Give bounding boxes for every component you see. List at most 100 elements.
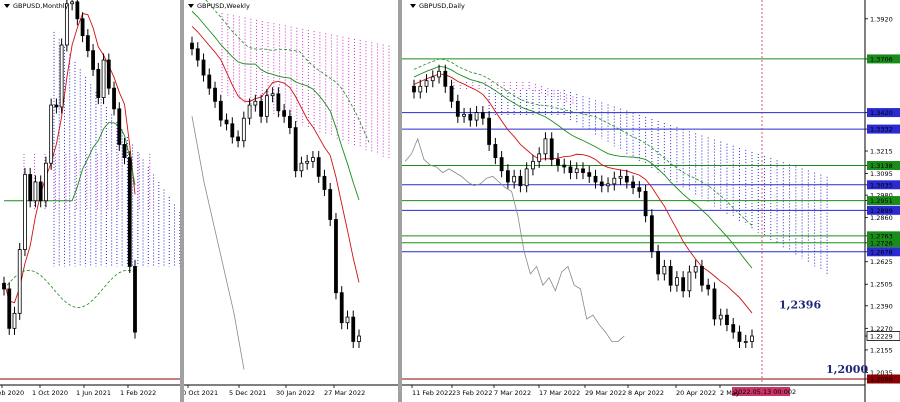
y-tick-label: 1.3215 bbox=[870, 148, 893, 156]
daily-candle bbox=[474, 112, 479, 121]
weekly-candle bbox=[230, 123, 235, 138]
daily-candle bbox=[549, 138, 554, 160]
daily-candle bbox=[662, 266, 667, 275]
monthly-candle bbox=[28, 174, 33, 202]
daily-candle bbox=[637, 187, 642, 192]
daily-chart-panel[interactable]: 2022.05.13 00:00 2 1.3920 1.3706 1.3420 1.333… bbox=[402, 0, 900, 402]
weekly-candle bbox=[190, 42, 194, 50]
weekly-candle bbox=[339, 292, 344, 324]
monthly-candle bbox=[85, 35, 90, 52]
y-tick-label: 1.3706 bbox=[870, 55, 893, 63]
x-tick-label: 17 Mar 2022 bbox=[539, 389, 580, 397]
daily-candle bbox=[606, 183, 610, 187]
weekly-title-text: GBPUSD,Weekly bbox=[197, 2, 250, 10]
daily-candle bbox=[593, 175, 598, 183]
x-tick-label: 1 Jun 2021 bbox=[76, 389, 111, 397]
monthly-candle bbox=[75, 1, 80, 20]
weekly-candle bbox=[270, 93, 275, 97]
daily-candle bbox=[631, 181, 635, 189]
collapse-arrow-icon[interactable] bbox=[4, 4, 10, 8]
weekly-candle bbox=[276, 93, 281, 112]
y-tick-label: 1.3420 bbox=[870, 109, 893, 117]
collapse-arrow-icon[interactable] bbox=[410, 4, 416, 8]
y-tick-label: 1.2625 bbox=[870, 258, 893, 266]
weekly-candle bbox=[334, 219, 338, 294]
daily-candle bbox=[574, 168, 579, 174]
monthly-candle bbox=[38, 181, 43, 202]
monthly-chart-panel[interactable]: Feb 2020 1 Oct 2020 1 Jun 2021 1 Feb 2022 G… bbox=[0, 0, 180, 402]
weekly-candle bbox=[207, 74, 212, 89]
weekly-candle bbox=[316, 157, 321, 177]
weekly-candle bbox=[328, 189, 333, 220]
monthly-candle bbox=[59, 44, 64, 108]
x-tick-label: 11 Feb 2022 bbox=[412, 389, 452, 397]
monthly-candle bbox=[91, 50, 95, 70]
daily-candle bbox=[556, 159, 560, 166]
monthly-candle bbox=[54, 104, 59, 108]
weekly-candle bbox=[224, 119, 229, 125]
cursor-time-label: 2022.05.13 00:00 bbox=[734, 388, 792, 396]
daily-candle bbox=[568, 166, 573, 174]
collapse-arrow-icon[interactable] bbox=[188, 4, 194, 8]
daily-candle bbox=[681, 277, 686, 292]
daily-candle bbox=[518, 175, 523, 187]
weekly-candle bbox=[282, 110, 287, 117]
monthly-candle bbox=[127, 157, 132, 267]
cursor-time-suffix: 2 bbox=[792, 388, 796, 396]
daily-candle bbox=[443, 70, 448, 87]
y-tick-label: 1.2678 bbox=[870, 248, 893, 256]
monthly-chart-title: GBPUSD,Monthly bbox=[4, 2, 68, 10]
daily-candle bbox=[455, 100, 460, 117]
x-tick-label: 7 Mar 2022 bbox=[494, 389, 531, 397]
weekly-chart-panel[interactable]: 10 Oct 2021 5 Dec 2021 30 Jan 2022 27 Mar 2… bbox=[184, 0, 398, 402]
y-tick-label: 1.3138 bbox=[870, 162, 893, 170]
y-tick-label: 1.2000 bbox=[870, 375, 893, 383]
daily-candle bbox=[649, 215, 654, 252]
y-tick-label: 1.3035 bbox=[870, 181, 893, 189]
monthly-candle bbox=[33, 181, 38, 202]
monthly-candle bbox=[101, 59, 106, 98]
x-tick-label: 8 Apr 2022 bbox=[628, 389, 664, 397]
weekly-candle bbox=[201, 59, 206, 76]
chart-window: Feb 2020 1 Oct 2020 1 Jun 2021 1 Feb 2022 G… bbox=[0, 0, 900, 402]
daily-candle bbox=[543, 138, 548, 155]
daily-candle bbox=[562, 164, 567, 168]
weekly-candle bbox=[299, 162, 304, 172]
x-tick-label: 20 Apr 2022 bbox=[676, 389, 716, 397]
daily-candle bbox=[587, 172, 592, 177]
daily-candle bbox=[725, 314, 729, 325]
x-tick-label: 23 Feb 2022 bbox=[452, 389, 492, 397]
weekly-candle bbox=[247, 104, 252, 119]
weekly-candle bbox=[305, 160, 310, 164]
y-tick-label: 1.2726 bbox=[870, 239, 893, 247]
daily-candle bbox=[718, 314, 723, 320]
daily-candle bbox=[424, 80, 429, 87]
monthly-candle bbox=[44, 162, 48, 202]
daily-candle bbox=[537, 153, 542, 162]
daily-candle bbox=[524, 168, 529, 187]
daily-candle bbox=[531, 160, 535, 170]
daily-candle bbox=[430, 76, 435, 82]
x-tick-label: 27 Mar 2022 bbox=[324, 389, 365, 397]
weekly-candle bbox=[357, 335, 361, 342]
daily-candle bbox=[643, 190, 648, 217]
monthly-candle bbox=[70, 1, 75, 5]
monthly-candle bbox=[12, 312, 17, 329]
y-tick-label: 1.2155 bbox=[870, 346, 893, 354]
weekly-chart-title: GBPUSD,Weekly bbox=[188, 2, 250, 10]
x-tick-label: 1 Oct 2020 bbox=[32, 389, 68, 397]
monthly-candle bbox=[106, 59, 111, 89]
weekly-candle bbox=[213, 87, 217, 102]
daily-candle bbox=[581, 168, 585, 174]
y-tick-label: 1.2390 bbox=[870, 302, 893, 310]
daily-candle bbox=[487, 117, 492, 145]
daily-candle bbox=[737, 331, 742, 342]
y-tick-label: 1.2951 bbox=[870, 197, 893, 205]
daily-chart-title: GBPUSD,Daily bbox=[410, 2, 465, 10]
daily-candle bbox=[668, 266, 673, 286]
daily-candle bbox=[480, 112, 485, 119]
daily-candle bbox=[418, 85, 423, 93]
monthly-candle bbox=[7, 288, 12, 329]
x-tick-label: 1 Feb 2022 bbox=[120, 389, 156, 397]
monthly-candle bbox=[2, 282, 6, 290]
